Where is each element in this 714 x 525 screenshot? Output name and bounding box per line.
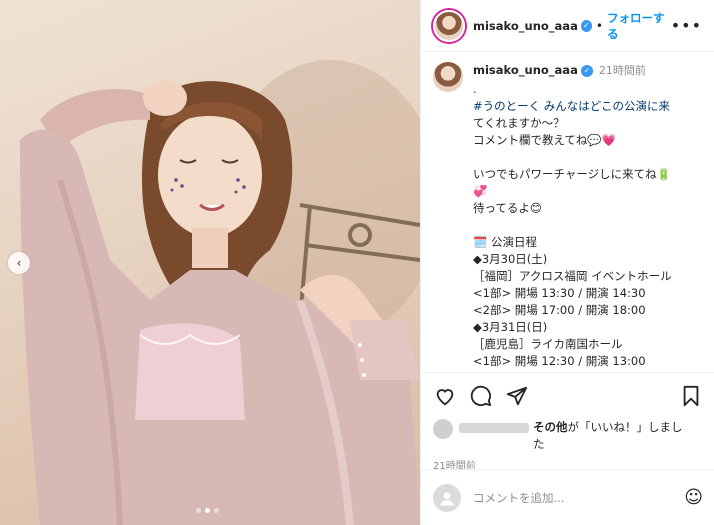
post-actions: その他が「いいね！」しまし た 21時間前 (421, 372, 714, 472)
caption-line: <1部> 開場 13:30 / 開演 14:30 (473, 286, 646, 300)
liker-name-blurred (459, 423, 529, 433)
caption-line: . (473, 82, 477, 96)
liker-avatar[interactable] (433, 419, 453, 439)
caption-avatar[interactable] (433, 62, 463, 92)
carousel-prev-button[interactable]: ‹ (8, 252, 30, 274)
caption-line: ［鹿児島］ライカ南国ホール (473, 337, 623, 351)
caption-line: #うのとーく みんなはどこの公演に来 (473, 99, 670, 113)
likes-others-link[interactable]: その他 (533, 420, 568, 434)
caption-username[interactable]: misako_uno_aaa (473, 62, 578, 79)
caption-line: いつでもパワーチャージしに来てね🔋 (473, 167, 671, 181)
caption-head: misako_uno_aaa ✓ 21時間前 (473, 62, 702, 79)
carousel-dot (196, 508, 201, 513)
post-photo[interactable]: ‹ (0, 0, 420, 525)
carousel-dot-active (205, 508, 210, 513)
separator: • (595, 18, 603, 33)
comment-icon[interactable] (469, 384, 493, 408)
caption-text: . #うのとーく みんなはどこの公演に来 てくれますか〜？ コメント欄で教えてね💬💗 い… (473, 81, 702, 368)
caption-line: <2部> 開場 17:00 / 開演 18:00 (473, 303, 646, 317)
likes-text-end: た (533, 437, 545, 451)
likes-text: その他が「いいね！」しまし た (533, 419, 683, 453)
photo-illustration (20, 60, 420, 525)
more-options-icon[interactable]: ••• (671, 16, 702, 35)
avatar[interactable] (433, 9, 465, 42)
verified-icon: ✓ (580, 64, 593, 77)
caption-line: 💞 (473, 184, 488, 198)
post-header: misako_uno_aaa ✓ • フォローする ••• (421, 0, 714, 52)
bookmark-icon[interactable] (679, 384, 703, 408)
action-icons (433, 383, 703, 409)
caption-line: 🗓️ 公演日程 (473, 235, 537, 249)
caption-time: 21時間前 (598, 64, 646, 77)
likes-text-mid: が「いいね！」しまし (567, 420, 683, 434)
emoji-icon[interactable]: ☺ (684, 487, 703, 508)
carousel-dots (196, 508, 219, 513)
user-avatar-icon (433, 483, 461, 512)
carousel-dot (214, 508, 219, 513)
caption-line: <1部> 開場 12:30 / 開演 13:00 (473, 354, 646, 368)
likes-summary: その他が「いいね！」しまし た (433, 419, 703, 453)
chevron-left-icon: ‹ (16, 256, 22, 270)
follow-button[interactable]: フォローする (607, 10, 671, 42)
caption-line: 待ってるよ😊 (473, 201, 542, 215)
header-username[interactable]: misako_uno_aaa (473, 19, 578, 33)
caption: misako_uno_aaa ✓ 21時間前 . #うのとーく みんなはどこの公演… (421, 52, 714, 368)
heart-icon[interactable] (433, 384, 457, 408)
share-icon[interactable] (505, 384, 529, 408)
caption-body: misako_uno_aaa ✓ 21時間前 . #うのとーく みんなはどこの公演… (473, 62, 702, 368)
verified-icon: ✓ (580, 19, 592, 32)
caption-line: ［福岡］アクロス福岡 イベントホール (473, 269, 672, 283)
caption-line: ◆3月30日(土) (473, 252, 548, 266)
caption-line: コメント欄で教えてね💬💗 (473, 133, 617, 147)
comment-input[interactable] (473, 490, 685, 505)
comment-box: ☺ (421, 469, 714, 525)
post-side-panel: misako_uno_aaa ✓ • フォローする ••• misako_uno… (420, 0, 714, 525)
caption-line: てくれますか〜？ (473, 116, 565, 130)
caption-line: ◆3月31日(日) (473, 320, 548, 334)
